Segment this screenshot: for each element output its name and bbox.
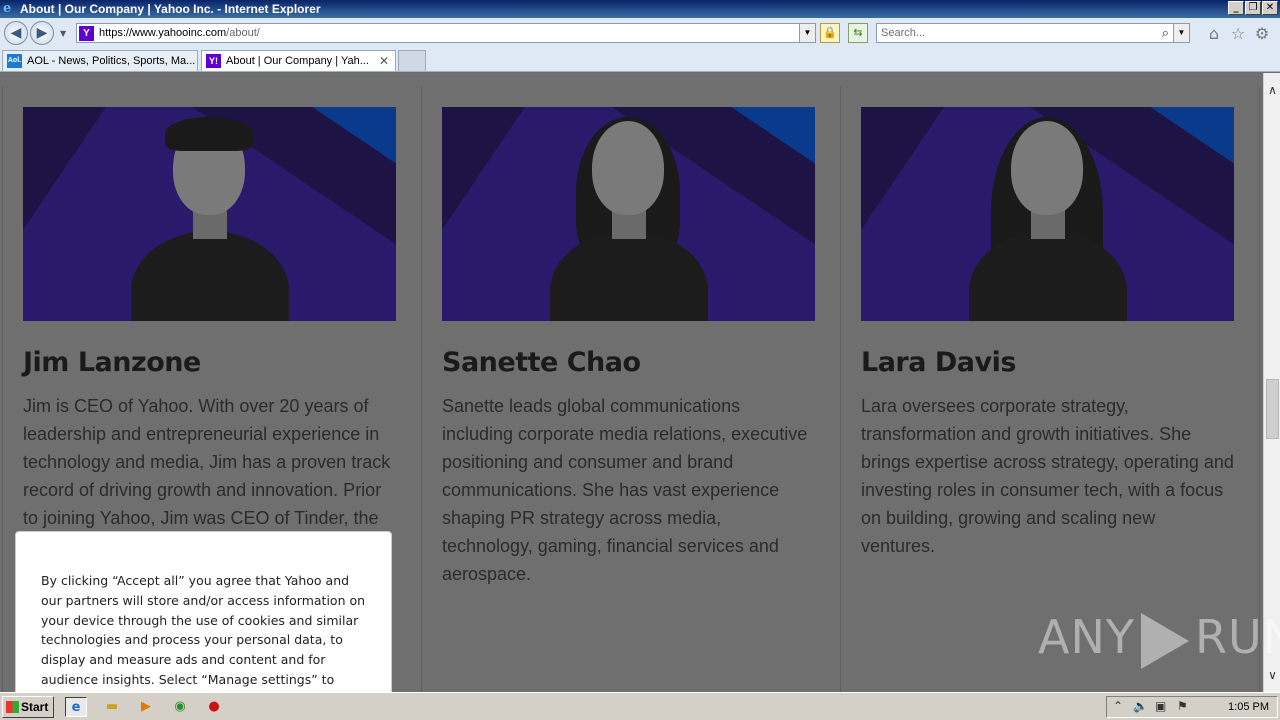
clock: 1:05 PM [1228,701,1269,713]
portrait-image [550,117,708,321]
cookie-consent-text: By clicking “Accept all” you agree that … [41,573,366,707]
lock-icon[interactable]: 🔒 [820,23,840,43]
new-tab-button[interactable] [398,50,426,71]
back-button[interactable]: ◀ [4,21,28,45]
taskbar: Start e ▬ ▶ ◉ ● ⌃ 🔈 ▣ ⚑ 1:05 PM [0,692,1280,720]
refresh-icon[interactable]: ⇆ [848,23,868,43]
window-title-bar: e About | Our Company | Yahoo Inc. - Int… [0,0,1280,18]
address-toolbar: ◀ ▶ ▼ Y https://www.yahooinc.com/about/ … [0,18,1280,48]
tab-bar: Aol. AOL - News, Politics, Sports, Ma...… [0,48,1280,72]
column-divider [2,87,3,692]
portrait-image [131,117,289,321]
column-divider [421,87,422,692]
leader-photo [442,107,815,321]
leader-bio: Sanette leads global communications incl… [442,396,808,584]
antivirus-icon[interactable]: ● [203,697,225,717]
search-dropdown-icon[interactable]: ▼ [1173,24,1189,42]
leader-card: Sanette Chao Sanette leads global commun… [442,107,815,588]
leader-name: Lara Davis [861,347,1016,378]
home-icon[interactable]: ⌂ [1204,24,1224,44]
chrome-icon[interactable]: ◉ [169,697,191,717]
settings-gear-icon[interactable]: ⚙ [1252,24,1272,44]
start-button[interactable]: Start [2,696,54,718]
favorites-star-icon[interactable]: ☆ [1228,24,1248,44]
leader-bio: Jim is CEO of Yahoo. With over 20 years … [23,396,391,528]
tab-yahoo-about[interactable]: Y! About | Our Company | Yah... ✕ [201,50,396,71]
address-bar[interactable]: Y https://www.yahooinc.com/about/ ▼ [76,23,816,43]
aol-favicon-icon: Aol. [7,54,22,68]
search-icon[interactable]: ⌕ [1162,25,1169,41]
close-tab-icon[interactable]: ✕ [379,54,389,68]
leader-name: Jim Lanzone [23,347,201,378]
column-divider [840,87,841,692]
internet-explorer-icon: e [3,1,12,16]
flag-icon[interactable]: ⚑ [1177,699,1188,713]
scrollbar-thumb[interactable] [1266,379,1279,439]
portrait-image [969,117,1127,321]
search-placeholder: Search... [881,27,926,39]
leader-photo [861,107,1234,321]
address-dropdown-icon[interactable]: ▼ [799,24,815,42]
leader-card: Lara Davis Lara oversees corporate strat… [861,107,1234,560]
history-dropdown-icon[interactable]: ▼ [60,29,66,38]
yahoo-favicon-icon: Y [79,26,94,41]
yahoo-favicon-icon: Y! [206,54,221,68]
search-box[interactable]: Search... ⌕ ▼ [876,23,1190,43]
system-tray: ⌃ 🔈 ▣ ⚑ 1:05 PM [1106,696,1278,718]
leader-bio: Lara oversees corporate strategy, transf… [861,396,1234,556]
play-triangle-icon [1140,612,1189,669]
media-player-icon[interactable]: ▶ [135,697,157,717]
tab-label: About | Our Company | Yah... [226,55,369,67]
folder-icon[interactable]: ▬ [101,697,123,717]
forward-arrow-icon: ▶ [36,25,48,41]
internet-explorer-taskbar-icon[interactable]: e [65,697,87,717]
network-icon[interactable]: ▣ [1155,699,1166,713]
address-url[interactable]: https://www.yahooinc.com/about/ [99,27,260,39]
restore-button[interactable]: ❐ [1245,1,1261,15]
tab-label: AOL - News, Politics, Sports, Ma... [27,55,196,67]
back-arrow-icon: ◀ [10,25,22,41]
vertical-scrollbar[interactable]: ∧ ∨ [1263,73,1280,692]
volume-icon[interactable]: 🔈 [1133,699,1148,713]
scroll-up-icon[interactable]: ∧ [1265,83,1280,97]
leader-photo [23,107,396,321]
leader-name: Sanette Chao [442,347,641,378]
minimize-button[interactable]: _ [1228,1,1244,15]
forward-button[interactable]: ▶ [30,21,54,45]
leader-card: Jim Lanzone Jim is CEO of Yahoo. With ov… [23,107,396,532]
windows-logo-icon [6,701,19,713]
anyrun-watermark-logo: ANYRUN [1038,610,1280,669]
tray-expand-icon[interactable]: ⌃ [1113,699,1123,713]
window-title: About | Our Company | Yahoo Inc. - Inter… [20,2,321,16]
scroll-down-icon[interactable]: ∨ [1265,668,1280,682]
close-window-button[interactable]: ✕ [1262,1,1278,15]
column-divider [1259,87,1260,692]
tab-aol[interactable]: Aol. AOL - News, Politics, Sports, Ma... [2,50,198,71]
